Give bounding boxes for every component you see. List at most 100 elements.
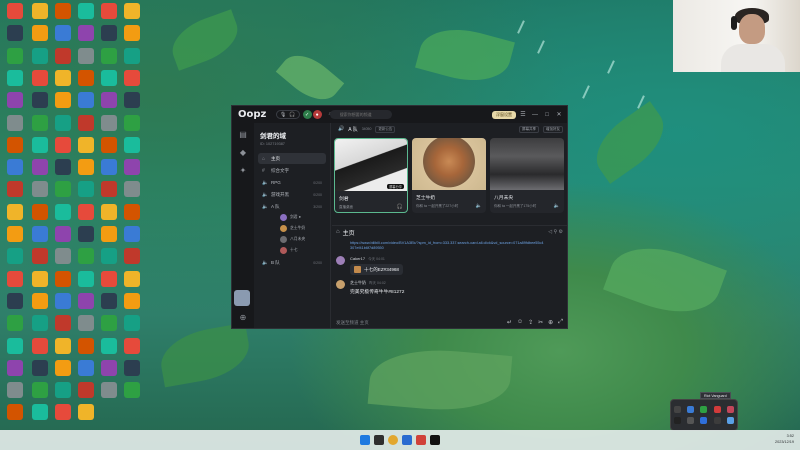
desktop-shortcut[interactable] <box>52 382 74 399</box>
voice-member[interactable]: 芝士牛奶 <box>254 223 330 234</box>
channel-item[interactable]: 🔈 A 队 3/200 <box>258 201 326 212</box>
chrome-icon[interactable] <box>388 435 398 445</box>
desktop-shortcut[interactable] <box>4 203 26 220</box>
desktop-shortcut[interactable] <box>98 248 120 265</box>
desktop-shortcut[interactable] <box>29 3 51 19</box>
desktop-shortcut[interactable] <box>29 69 51 86</box>
desktop-shortcut[interactable] <box>52 3 74 19</box>
message-author[interactable]: 芝士牛奶 <box>350 280 366 285</box>
app-icon[interactable] <box>416 435 426 445</box>
avatar[interactable] <box>336 256 345 265</box>
desktop-shortcut[interactable] <box>75 69 97 86</box>
desktop-shortcut[interactable] <box>75 92 97 109</box>
game-card[interactable]: 十七的EZ#34968 <box>350 264 403 275</box>
desktop-shortcut[interactable] <box>4 382 26 399</box>
desktop-shortcut[interactable] <box>52 337 74 354</box>
desktop-shortcut[interactable] <box>121 359 143 376</box>
emoji-icon[interactable]: ☺ <box>517 319 523 326</box>
desktop-shortcut[interactable] <box>29 114 51 131</box>
desktop-shortcut[interactable] <box>4 181 26 198</box>
tray-app-icon[interactable] <box>687 406 695 413</box>
desktop-shortcut[interactable] <box>52 136 74 153</box>
tray-app-icon[interactable] <box>726 417 734 424</box>
desktop-shortcut[interactable] <box>121 3 143 19</box>
tray-app-icon[interactable] <box>726 406 734 413</box>
desktop-shortcut[interactable] <box>75 292 97 309</box>
diamond-icon[interactable]: ◆ <box>237 147 249 159</box>
upload-icon[interactable]: ⇪ <box>528 319 533 326</box>
desktop-shortcut[interactable] <box>121 337 143 354</box>
desktop-shortcut[interactable] <box>4 337 26 354</box>
system-clock[interactable]: 3:52 2023/12/19 <box>775 433 794 445</box>
search-box[interactable]: ⌕ <box>326 110 392 119</box>
desktop-shortcut[interactable] <box>121 181 143 198</box>
desktop-shortcut[interactable] <box>121 292 143 309</box>
desktop-shortcut[interactable] <box>98 292 120 309</box>
chat-bubble-icon[interactable]: ▤ <box>237 129 249 141</box>
desktop-shortcut[interactable] <box>75 114 97 131</box>
desktop-shortcut[interactable] <box>75 359 97 376</box>
desktop-shortcut[interactable] <box>75 226 97 242</box>
wand-icon[interactable]: ✦ <box>237 165 249 177</box>
desktop-shortcut[interactable] <box>121 47 143 64</box>
audio-controls-pill[interactable]: 🎙 🎧 <box>276 110 300 119</box>
desktop-shortcut[interactable] <box>98 315 120 332</box>
desktop-shortcut[interactable] <box>121 159 143 176</box>
close-button[interactable]: ✕ <box>554 111 564 118</box>
mic-icon[interactable]: 🎙 <box>280 112 286 118</box>
voice-member[interactable]: 八月未央 <box>254 234 330 245</box>
voice-member[interactable]: 剑君 ● <box>254 212 330 223</box>
desktop-shortcut[interactable] <box>29 292 51 309</box>
oopz-icon[interactable] <box>430 435 440 445</box>
desktop-shortcut[interactable] <box>98 337 120 354</box>
desktop-shortcut[interactable] <box>52 47 74 64</box>
add-server-icon[interactable]: ⊕ <box>237 312 249 324</box>
desktop-shortcut[interactable] <box>4 25 26 42</box>
desktop-shortcut[interactable] <box>29 203 51 220</box>
channel-item[interactable]: # 综合文字 <box>258 165 326 176</box>
desktop-shortcut[interactable] <box>52 248 74 265</box>
desktop-shortcut[interactable] <box>75 181 97 198</box>
desktop-shortcut[interactable] <box>121 315 143 332</box>
expand-icon[interactable]: ⤢ <box>558 319 563 326</box>
desktop-shortcut[interactable] <box>75 337 97 354</box>
desktop-shortcut[interactable] <box>29 359 51 376</box>
desktop-shortcut[interactable] <box>75 404 97 421</box>
desktop-shortcut[interactable] <box>52 159 74 176</box>
desktop-shortcut[interactable] <box>121 114 143 131</box>
voice-member[interactable]: 十七 <box>254 245 330 256</box>
desktop-shortcut[interactable] <box>29 248 51 265</box>
minimize-button[interactable]: — <box>530 112 540 118</box>
add-icon[interactable]: ⊕ <box>548 319 553 326</box>
desktop-shortcut[interactable] <box>75 382 97 399</box>
desktop-shortcut[interactable] <box>29 382 51 399</box>
chat-tools[interactable]: ◁ ⚲ ⚙ <box>548 229 563 235</box>
desktop-shortcut[interactable] <box>29 226 51 242</box>
desktop-shortcut[interactable] <box>29 159 51 176</box>
tray-app-icon[interactable] <box>713 417 721 424</box>
desktop-shortcut[interactable] <box>98 203 120 220</box>
file-explorer-icon[interactable] <box>374 435 384 445</box>
screen-share-button[interactable]: 屏幕共享 <box>519 125 539 133</box>
desktop-shortcut[interactable] <box>98 92 120 109</box>
desktop-shortcut[interactable] <box>98 136 120 153</box>
voice-tile-1[interactable]: 屏幕分享 剑君 直播桌面 🎧 <box>334 138 408 213</box>
desktop-shortcut[interactable] <box>4 114 26 131</box>
desktop-shortcut[interactable] <box>75 25 97 42</box>
desktop-shortcut[interactable] <box>98 114 120 131</box>
desktop-shortcut[interactable] <box>52 315 74 332</box>
shared-link[interactable]: https://www.bilibili.com/video/BV1A3Ek/?… <box>350 241 545 251</box>
desktop-shortcut[interactable] <box>52 69 74 86</box>
desktop-shortcut[interactable] <box>121 136 143 153</box>
desktop-shortcut[interactable] <box>75 270 97 287</box>
desktop-shortcut[interactable] <box>52 404 74 421</box>
desktop-shortcut[interactable] <box>98 226 120 242</box>
desktop-shortcut[interactable] <box>121 92 143 109</box>
desktop-shortcut[interactable] <box>98 69 120 86</box>
desktop-shortcut[interactable] <box>4 3 26 19</box>
tray-app-icon[interactable] <box>700 406 708 413</box>
desktop-shortcut[interactable] <box>29 25 51 42</box>
tray-app-icon[interactable] <box>687 417 695 424</box>
maximize-button[interactable]: □ <box>542 112 552 118</box>
status-red-icon[interactable]: ● <box>312 110 322 119</box>
